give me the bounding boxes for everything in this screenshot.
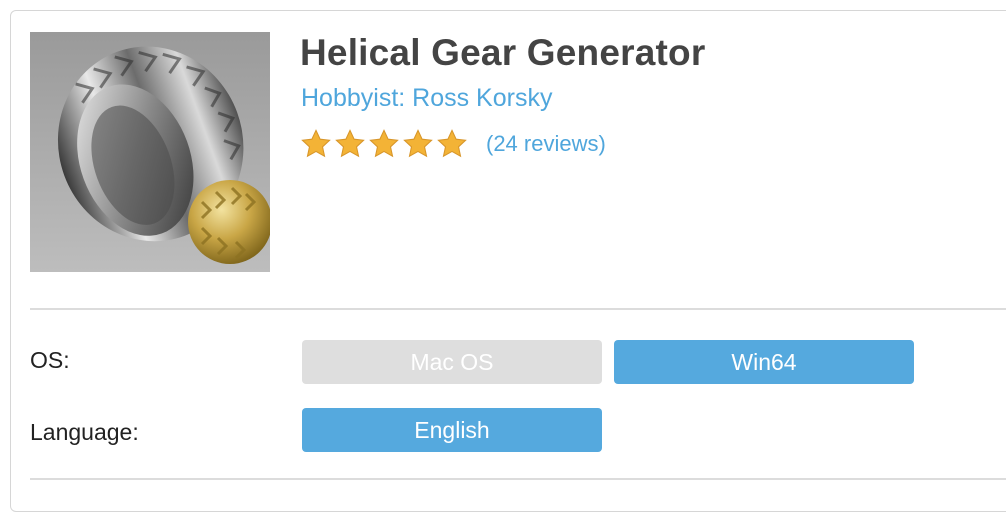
reviews-link[interactable]: (24 reviews) — [486, 131, 606, 157]
os-option-mac[interactable]: Mac OS — [302, 340, 602, 384]
language-option-english[interactable]: English — [302, 408, 602, 452]
language-label: Language: — [30, 419, 139, 445]
author-link[interactable]: Hobbyist: Ross Korsky — [301, 84, 552, 113]
star-rating — [300, 128, 468, 160]
divider — [30, 308, 1006, 310]
rating: (24 reviews) — [300, 128, 606, 160]
star-icon — [437, 129, 467, 158]
os-option-win64[interactable]: Win64 — [614, 340, 914, 384]
product-title: Helical Gear Generator — [300, 32, 706, 73]
star-icon — [403, 129, 433, 158]
star-icon — [335, 129, 365, 158]
os-label: OS: — [30, 347, 70, 373]
product-thumbnail[interactable] — [30, 32, 270, 272]
star-icon — [369, 129, 399, 158]
helical-gear-icon — [30, 32, 270, 272]
divider — [30, 478, 1006, 480]
star-icon — [301, 129, 331, 158]
